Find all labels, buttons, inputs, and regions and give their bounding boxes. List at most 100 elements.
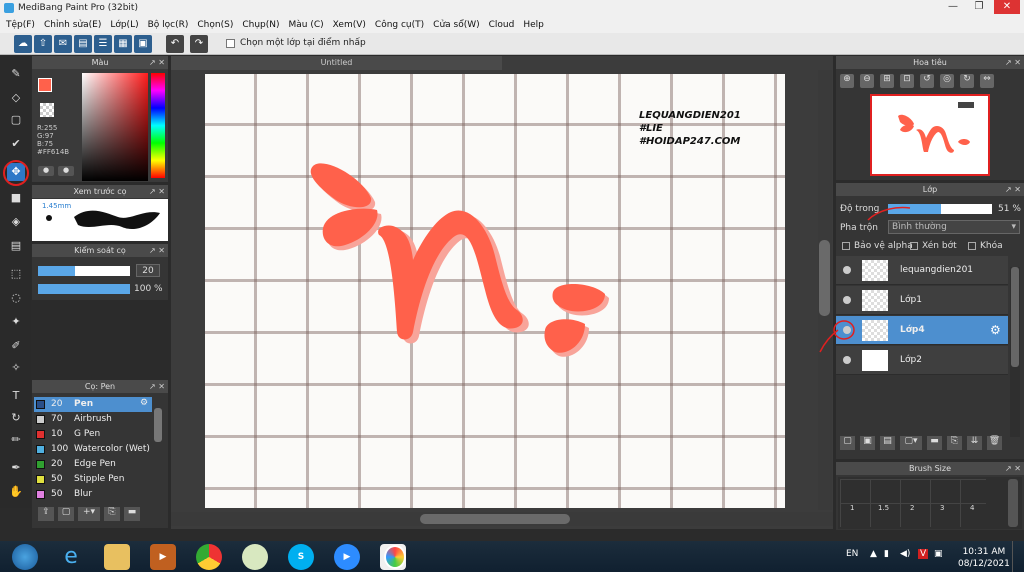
eraser-tool-icon[interactable]: ◇ xyxy=(7,89,25,107)
palette2-icon[interactable]: ● xyxy=(58,166,74,176)
merge-layer-icon[interactable]: ⇊ xyxy=(967,436,982,450)
gradient-tool-icon[interactable]: ▤ xyxy=(7,237,25,255)
palette-icon[interactable]: ● xyxy=(38,166,54,176)
close-icon[interactable]: ↗ ✕ xyxy=(1005,183,1021,196)
opacity-slider[interactable] xyxy=(38,284,130,294)
bucket-tool-icon[interactable]: ◈ xyxy=(7,213,25,231)
menu-help[interactable]: Help xyxy=(523,20,544,30)
saturation-value-picker[interactable] xyxy=(82,73,148,181)
zoom-icon[interactable]: ▶ xyxy=(334,544,360,570)
rectangle-tool-icon[interactable]: ▢ xyxy=(7,111,25,129)
menu-view[interactable]: Xem(V) xyxy=(333,20,366,30)
tray-arrow-icon[interactable]: ▲ xyxy=(870,549,877,559)
menu-file[interactable]: Tệp(F) xyxy=(6,20,35,30)
add-brush-icon[interactable]: +▾ xyxy=(78,507,100,521)
menu-tools[interactable]: Công cụ(T) xyxy=(375,20,424,30)
size-value[interactable]: 20 xyxy=(136,264,160,277)
close-icon[interactable]: ↗ ✕ xyxy=(149,185,165,198)
menu-select[interactable]: Chọn(S) xyxy=(197,20,233,30)
grid-icon[interactable]: ▦ xyxy=(114,35,132,53)
magic-wand-icon[interactable]: ✦ xyxy=(7,313,25,331)
operation-tool-icon[interactable]: ↻ xyxy=(7,409,25,427)
brush-tool-icon[interactable]: ✎ xyxy=(7,65,25,83)
close-button[interactable]: ✕ xyxy=(994,0,1020,14)
visibility-icon[interactable] xyxy=(843,356,851,364)
lasso-icon[interactable]: ◌ xyxy=(7,289,25,307)
lock-checkbox[interactable] xyxy=(968,242,976,250)
tray-icon[interactable]: ▣ xyxy=(934,549,943,559)
start-button[interactable] xyxy=(12,544,38,570)
volume-icon[interactable]: ◀) xyxy=(900,549,910,559)
canvas-paper[interactable]: LEQUANGDIEN201 #LIE #HOIDAP247.COM xyxy=(205,74,785,508)
new-brush-icon[interactable]: ▢ xyxy=(58,507,74,521)
rotate-left-icon[interactable]: ↺ xyxy=(920,74,934,88)
reset-rotation-icon[interactable]: ◎ xyxy=(940,74,954,88)
folder-icon[interactable]: ▬ xyxy=(124,507,140,521)
close-icon[interactable]: ↗ ✕ xyxy=(1005,56,1021,69)
add-layer-menu-icon[interactable]: ▢▾ xyxy=(900,436,922,450)
hand-tool-icon[interactable]: ✋ xyxy=(7,483,25,501)
fit-icon[interactable]: ⊞ xyxy=(880,74,894,88)
copy-brush-icon[interactable]: ⎘ xyxy=(104,507,120,521)
language-indicator[interactable]: EN xyxy=(846,549,858,559)
undo-icon[interactable]: ↶ xyxy=(166,35,184,53)
text-tool-icon[interactable]: T xyxy=(7,387,25,405)
layer-list-scrollbar[interactable] xyxy=(1010,267,1020,437)
comment-icon[interactable]: ✉ xyxy=(54,35,72,53)
zoom-in-icon[interactable]: ⊕ xyxy=(840,74,854,88)
menu-capture[interactable]: Chụp(N) xyxy=(242,20,279,30)
file-explorer-icon[interactable] xyxy=(104,544,130,570)
brush-item[interactable]: 20 Edge Pen xyxy=(34,457,152,472)
primary-color-swatch[interactable] xyxy=(38,78,52,92)
cloud-upload-icon[interactable]: ⇪ xyxy=(38,507,54,521)
brush-size-cells[interactable] xyxy=(840,479,986,527)
flip-icon[interactable]: ⇔ xyxy=(980,74,994,88)
gear-icon[interactable]: ⚙ xyxy=(990,323,1001,337)
duplicate-layer-icon[interactable]: ⎘ xyxy=(947,436,962,450)
brush-item[interactable]: 20 Pen ⚙ xyxy=(34,397,152,412)
v-app-icon[interactable]: V xyxy=(918,549,929,559)
ok-tool-icon[interactable]: ✔ xyxy=(7,135,25,153)
brush-item[interactable]: 50 Blur xyxy=(34,487,152,502)
menu-window[interactable]: Cửa sổ(W) xyxy=(433,20,479,30)
media-player-icon[interactable]: ▶ xyxy=(150,544,176,570)
select-eraser-icon[interactable]: ✧ xyxy=(7,359,25,377)
minimize-button[interactable]: — xyxy=(940,0,966,14)
select-rect-icon[interactable]: ⬚ xyxy=(7,265,25,283)
select-pen-icon[interactable]: ✐ xyxy=(7,337,25,355)
navigator-thumbnail[interactable] xyxy=(870,94,990,176)
internet-explorer-icon[interactable]: e xyxy=(58,544,84,570)
brush-size-scrollbar[interactable] xyxy=(1008,479,1018,527)
app-icon-green[interactable] xyxy=(242,544,268,570)
zoom-out-icon[interactable]: ⊖ xyxy=(860,74,874,88)
brush-item[interactable]: 10 G Pen xyxy=(34,427,152,442)
close-icon[interactable]: ↗ ✕ xyxy=(149,244,165,257)
document-tab[interactable]: Untitled xyxy=(171,56,502,70)
new-layer-8bit-icon[interactable]: ▣ xyxy=(860,436,875,450)
menu-layer[interactable]: Lớp(L) xyxy=(110,20,138,30)
network-icon[interactable]: ▮ xyxy=(884,549,889,559)
canvas-horizontal-thumb[interactable] xyxy=(420,514,570,524)
show-desktop-button[interactable] xyxy=(1012,541,1024,572)
close-icon[interactable]: ↗ ✕ xyxy=(149,56,165,69)
brush-list-scrollbar[interactable] xyxy=(154,408,162,442)
folder-icon[interactable]: ▬ xyxy=(927,436,942,450)
clock[interactable]: 10:31 AM 08/12/2021 xyxy=(958,546,1010,570)
new-layer-1bit-icon[interactable]: ▤ xyxy=(880,436,895,450)
menu-edit[interactable]: Chỉnh sửa(E) xyxy=(44,20,101,30)
gear-icon[interactable]: ⚙ xyxy=(140,398,148,408)
close-icon[interactable]: ↗ ✕ xyxy=(149,380,165,393)
list-icon[interactable]: ☰ xyxy=(94,35,112,53)
select-layer-checkbox[interactable] xyxy=(226,39,235,48)
eyedropper-icon[interactable]: ✒ xyxy=(7,459,25,477)
transparent-swatch[interactable] xyxy=(40,103,54,117)
redo-icon[interactable]: ↷ xyxy=(190,35,208,53)
cloud-icon[interactable]: ☁ xyxy=(14,35,32,53)
close-icon[interactable]: ↗ ✕ xyxy=(1005,462,1021,475)
tile-icon[interactable]: ▣ xyxy=(134,35,152,53)
maximize-button[interactable]: ❐ xyxy=(966,0,992,14)
brush-item[interactable]: 100 Watercolor (Wet) xyxy=(34,442,152,457)
fill-rect-tool-icon[interactable]: ■ xyxy=(7,189,25,207)
divide-tool-icon[interactable]: ✏ xyxy=(7,431,25,449)
actual-size-icon[interactable]: ⊡ xyxy=(900,74,914,88)
